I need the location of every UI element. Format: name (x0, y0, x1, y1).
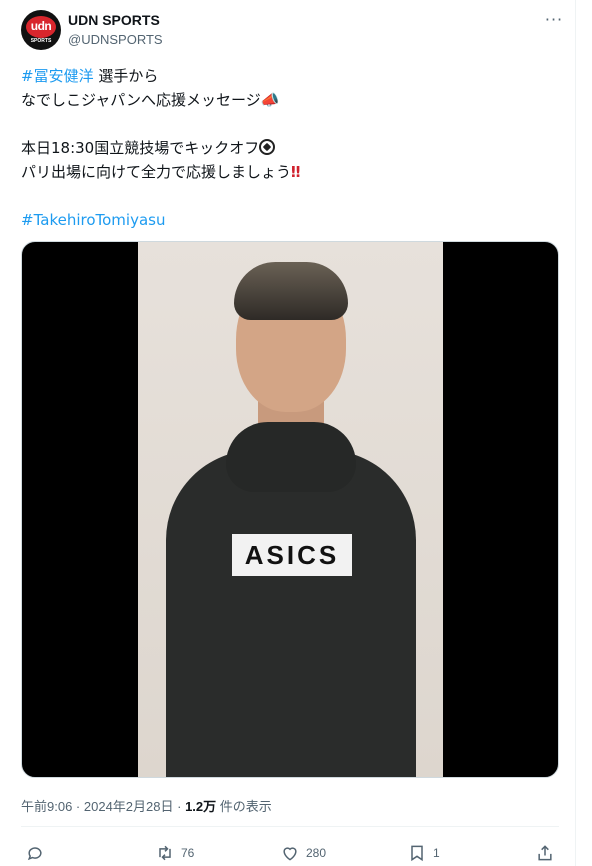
person-hoodie (166, 450, 416, 777)
video-player[interactable]: ASICS (21, 241, 559, 778)
bookmark-button[interactable]: 1 (407, 840, 440, 866)
tweet-line-3: 本日18:30国立競技場でキックオフ (21, 136, 561, 160)
tweet-line-4-text: パリ出場に向けて全力で応援しましょう (21, 163, 292, 181)
view-count: 1.2万 (185, 799, 217, 814)
heart-icon (283, 847, 297, 861)
post-time[interactable]: 午前9:06 (21, 799, 72, 814)
tweet-card: udn SPORTS UDN SPORTS @UDNSPORTS ··· #冨安… (0, 0, 576, 866)
person-hair (234, 262, 348, 320)
retweet-icon (159, 845, 171, 861)
divider (21, 826, 559, 827)
reply-button[interactable] (25, 840, 51, 866)
retweet-count: 76 (181, 846, 195, 860)
hashtag-takehiro-tomiyasu[interactable]: #TakehiroTomiyasu (21, 211, 165, 229)
hashtag-tomiyasu-kanji[interactable]: #冨安健洋 (21, 67, 94, 85)
meta-separator: · (173, 799, 186, 814)
tweet-header: udn SPORTS UDN SPORTS @UDNSPORTS ··· (21, 10, 566, 50)
meta-separator: · (72, 799, 84, 814)
like-button[interactable]: 280 (280, 840, 326, 866)
avatar-logo-subtext: SPORTS (30, 38, 52, 44)
tweet-line-5: #TakehiroTomiyasu (21, 208, 561, 232)
tweet-line-2-text: なでしこジャパンへ応援メッセージ📣 (21, 91, 280, 109)
like-count: 280 (306, 846, 327, 860)
post-date[interactable]: 2024年2月28日 (84, 799, 174, 814)
reply-icon (27, 847, 42, 861)
display-name[interactable]: UDN SPORTS (68, 12, 160, 28)
avatar[interactable]: udn SPORTS (21, 10, 61, 50)
tweet-line-3-text: 本日18:30国立競技場でキックオフ (21, 139, 260, 157)
bookmark-icon (411, 845, 423, 862)
shirt-logo: ASICS (232, 534, 352, 576)
video-frame: ASICS (138, 242, 443, 777)
view-count-label: 件の表示 (216, 799, 272, 814)
tweet-line-2: なでしこジャパンへ応援メッセージ📣 (21, 88, 561, 112)
retweet-button[interactable]: 76 (155, 840, 194, 866)
tweet-line-1-text: 選手から (93, 67, 159, 85)
person-hood (226, 422, 356, 492)
share-icon (538, 845, 552, 861)
tweet-line-4: パリ出場に向けて全力で応援しましょう‼ (21, 160, 561, 184)
tweet-line-1: #冨安健洋 選手から (21, 64, 561, 88)
tweet-text: #冨安健洋 選手から なでしこジャパンへ応援メッセージ📣 本日18:30国立競技… (21, 64, 561, 232)
more-options-icon[interactable]: ··· (542, 10, 566, 34)
share-button[interactable] (535, 840, 555, 866)
bookmark-count: 1 (433, 846, 440, 860)
soccer-ball-icon (259, 139, 276, 155)
avatar-logo-text: udn (30, 19, 52, 33)
user-handle[interactable]: @UDNSPORTS (68, 32, 163, 47)
tweet-meta: 午前9:06 · 2024年2月28日 · 1.2万 件の表示 (21, 796, 272, 815)
action-bar: 76 280 1 (21, 840, 559, 866)
double-exclamation-icon: ‼ (291, 163, 301, 181)
